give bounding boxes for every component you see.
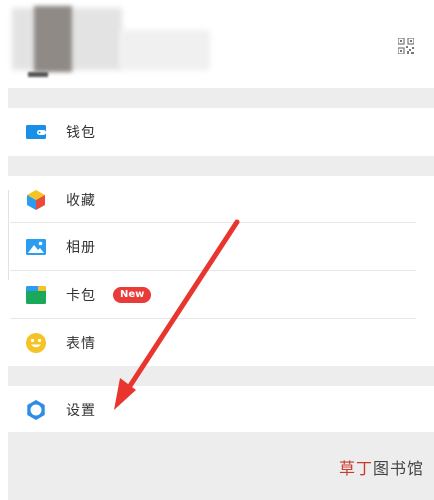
profile-id-blur	[28, 72, 48, 77]
smiley-icon	[26, 333, 46, 353]
watermark-part2: 图书馆	[372, 459, 424, 478]
favorites-label: 收藏	[66, 193, 96, 209]
section-gap	[8, 156, 434, 176]
cards-label: 卡包	[66, 288, 96, 304]
section-gap	[8, 366, 434, 386]
watermark-part1: 草丁	[338, 459, 373, 478]
menu-item-album[interactable]: 相册	[10, 223, 434, 271]
section-gap	[8, 88, 434, 108]
wallet-label: 钱包	[66, 125, 96, 141]
new-badge: New	[113, 287, 152, 303]
card-icon	[26, 286, 46, 304]
menu-item-wallet[interactable]: 钱包	[10, 108, 434, 156]
watermark: 草丁图书馆	[339, 455, 424, 479]
album-label: 相册	[66, 240, 96, 256]
menu-item-settings[interactable]: 设置	[10, 386, 434, 434]
wallet-icon	[26, 125, 46, 139]
qr-code-icon[interactable]	[398, 38, 414, 54]
favorites-cube-icon	[27, 190, 45, 210]
profile-name-blur	[120, 30, 210, 70]
stickers-label: 表情	[66, 336, 96, 352]
settings-gear-icon	[27, 400, 45, 420]
menu-item-cards[interactable]: 卡包 New	[10, 271, 434, 319]
menu-item-favorites[interactable]: 收藏	[10, 176, 434, 224]
profile-header[interactable]	[0, 0, 434, 86]
avatar	[34, 6, 72, 72]
edge-line	[8, 190, 9, 280]
menu-item-stickers[interactable]: 表情	[10, 319, 434, 367]
album-image-icon	[26, 239, 46, 255]
settings-label: 设置	[66, 403, 96, 419]
